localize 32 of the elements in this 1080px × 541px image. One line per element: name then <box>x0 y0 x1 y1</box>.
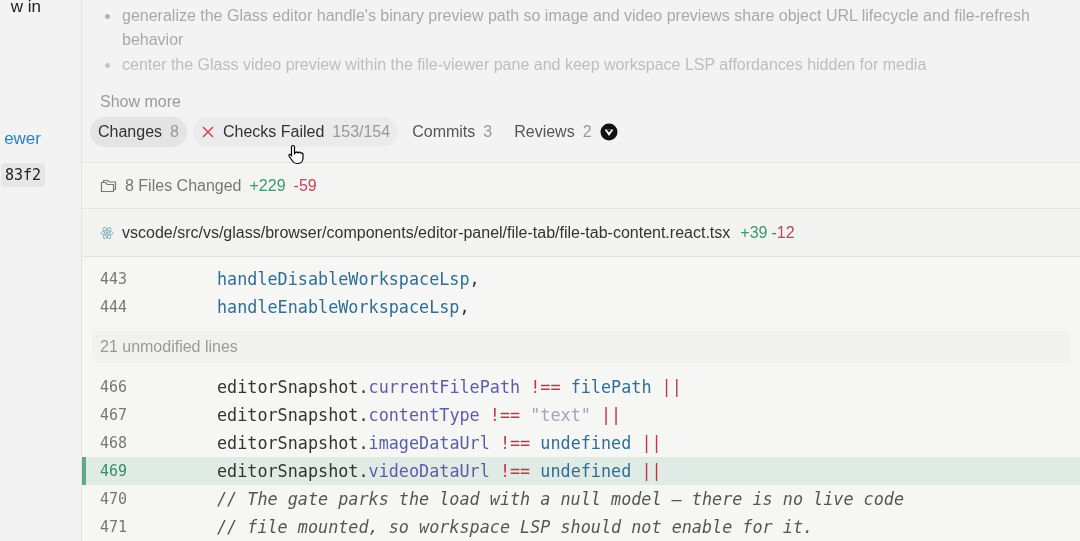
sidebar-text: w in <box>10 0 41 17</box>
line-number: 470 <box>99 490 129 508</box>
tab[interactable]: Checks Failed 153/154 <box>192 117 399 147</box>
line-number: 471 <box>99 518 129 536</box>
sidebar-link[interactable]: ewer <box>4 129 41 149</box>
commit-hash: 83f2 <box>0 163 45 187</box>
atom-icon <box>100 225 114 240</box>
folders-icon <box>100 178 117 193</box>
line-number: 466 <box>99 378 129 396</box>
line-number: 469 <box>99 462 129 480</box>
tab[interactable]: Reviews 2 <box>506 117 626 147</box>
code-line: // The gate parks the load with a null model — there is no live code <box>216 489 904 509</box>
description-bullet: generalize the Glass editor handle's binary preview path so image and video previews share object URL lifecycle and file-refresh behavior <box>100 4 1052 52</box>
line-number: 443 <box>99 270 129 288</box>
tab[interactable]: Changes 8 <box>90 117 187 147</box>
code-line: editorSnapshot.contentType !== "text" || <box>216 405 622 425</box>
deletions-count: -59 <box>293 176 317 195</box>
line-number: 467 <box>99 406 129 424</box>
deletions-count: -12 <box>771 223 795 242</box>
code-line: // file mounted, so workspace LSP should not enable for it. <box>216 517 814 537</box>
file-path[interactable]: vscode/src/vs/glass/browser/components/editor-panel/file-tab/file-tab-content.react.tsx <box>122 223 731 242</box>
line-number: 444 <box>99 298 129 316</box>
code-line: handleEnableWorkspaceLsp, <box>216 297 470 317</box>
code-line: editorSnapshot.videoDataUrl !== undefined || <box>216 461 662 481</box>
line-number: 468 <box>99 434 129 452</box>
code-line: editorSnapshot.currentFilePath !== filePath || <box>216 377 682 397</box>
additions-count: +39 <box>740 223 768 242</box>
additions-count: +229 <box>249 176 286 195</box>
files-changed-label: 8 Files Changed <box>125 176 242 195</box>
tab[interactable]: Commits 3 <box>404 117 501 147</box>
code-line: editorSnapshot.imageDataUrl !== undefined || <box>216 433 662 453</box>
code-line: handleDisableWorkspaceLsp, <box>216 269 480 289</box>
